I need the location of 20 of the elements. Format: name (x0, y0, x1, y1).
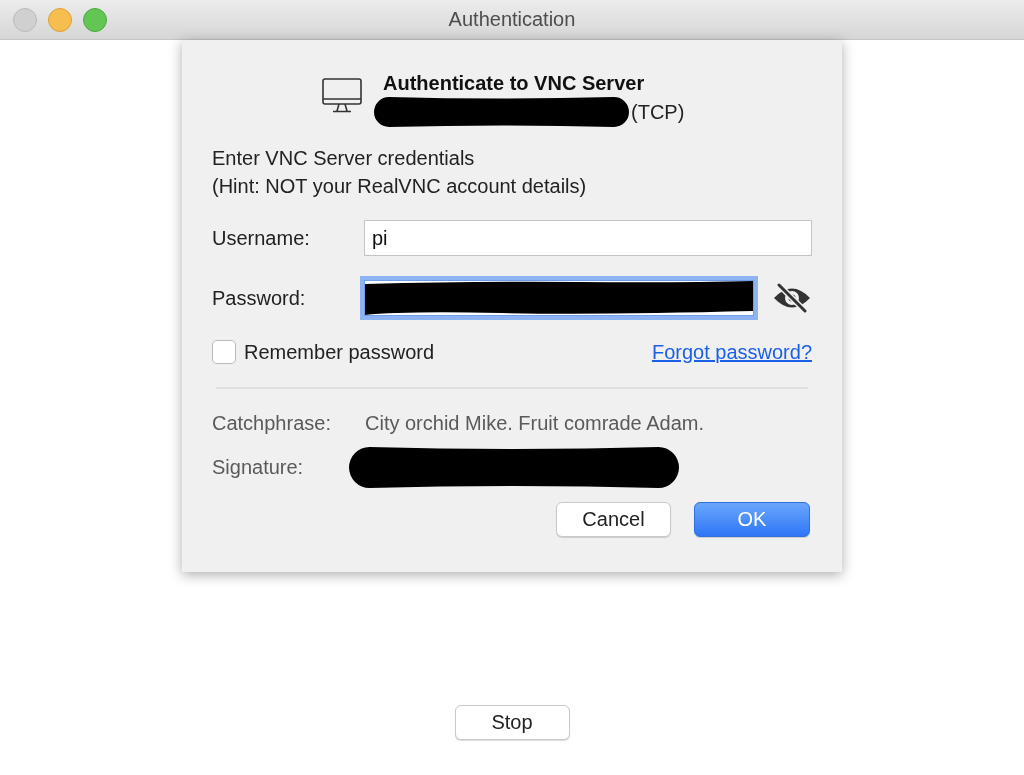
checkbox[interactable] (212, 340, 236, 364)
window-title: Authentication (448, 8, 576, 31)
minimize-button[interactable] (48, 7, 72, 32)
stop-button[interactable]: Stop (454, 705, 570, 740)
dialog-heading: Authenticate to VNC Server (383, 71, 646, 95)
field-label: Password: (212, 286, 307, 310)
info-value: City orchid Mike. Fruit comrade Adam. (365, 411, 704, 435)
dialog-button[interactable]: Cancel (556, 502, 671, 537)
monitor-icon (322, 78, 362, 113)
info-label: Catchphrase: (212, 411, 332, 435)
instruction-text: (Hint: NOT your RealVNC account details) (212, 174, 588, 199)
info-label: Signature: (212, 456, 305, 479)
forgot-password-link[interactable]: Forgot password? (651, 340, 812, 364)
protocol-label: (TCP) (631, 100, 685, 124)
text-field[interactable]: pi (364, 220, 812, 256)
checkbox-label[interactable]: Remember password (244, 340, 435, 364)
field-label: Username: (212, 226, 311, 250)
instruction-text: Enter VNC Server credentials (212, 146, 476, 171)
eye-slash-icon[interactable] (772, 283, 812, 313)
zoom-button[interactable] (83, 7, 107, 32)
